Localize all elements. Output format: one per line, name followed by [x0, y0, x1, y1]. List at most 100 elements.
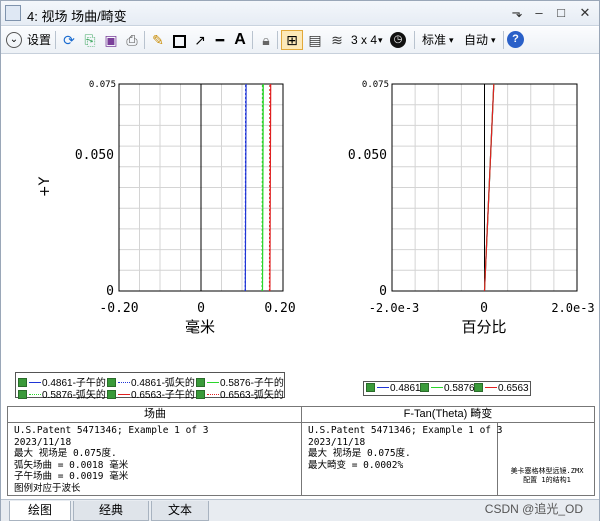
layout-caret-icon[interactable]: ▾ [378, 30, 383, 50]
line-swatch-icon [29, 394, 41, 395]
legend-item[interactable]: 0.4861 [366, 383, 421, 394]
app-icon [5, 5, 21, 21]
right-legend: 0.4861 0.5876 0.6563 [363, 381, 531, 396]
text-icon[interactable]: A [231, 31, 249, 49]
legend-item[interactable]: 0.6563-子午的 [107, 386, 195, 401]
left-xtick-label: 0.20 [264, 301, 295, 316]
arrow-icon[interactable]: ↗ [191, 31, 209, 49]
settings-button[interactable]: 设置 [27, 30, 51, 50]
auto-dropdown[interactable]: 自动 [464, 30, 488, 50]
copy-icon[interactable]: ⎘ [81, 31, 99, 49]
legend-label: 0.5876 [444, 383, 475, 394]
line-swatch-icon [485, 387, 497, 388]
left-ytick-label: 0.050 [75, 148, 114, 163]
series-line [261, 83, 264, 292]
left-yaxis-label: +Y [37, 176, 53, 197]
chevron-down-icon[interactable]: ⌄ [6, 32, 22, 48]
clock-icon[interactable]: ◷ [390, 32, 406, 48]
right-chart: 0.075 0.050 0 -2.0e-3 0 2.0e-3 百分比 [348, 80, 595, 336]
window-title: 4: 视场 场曲/畸变 [27, 9, 127, 24]
distortion-header: F-Tan(Theta) 畸变 [302, 407, 594, 423]
legend-label: 0.6563-弧矢的 [220, 390, 284, 401]
left-xtick-label: 0 [197, 301, 205, 316]
rectangle-icon[interactable] [170, 31, 188, 49]
pin-icon[interactable]: ⬎ [508, 4, 526, 22]
line-swatch-icon [207, 394, 219, 395]
legend-label: 0.6563-子午的 [131, 390, 195, 401]
file-text: 美卡塞格林型远镜.ZMX 配置 1的结构1 [510, 467, 584, 484]
tab-plot[interactable]: 绘图 [9, 501, 71, 521]
line-swatch-icon [118, 382, 130, 383]
checkbox-icon[interactable] [366, 383, 375, 392]
right-xaxis-label: 百分比 [461, 318, 506, 336]
line-swatch-icon [118, 394, 130, 395]
toolbar: ⌄ 设置 ⟳ ⎘ ▣ ⎙ ✎ ↗ ━ A 🔒︎ ⊞ ▤ ≋ 3 x 4 ▾ ◷ … [1, 27, 599, 54]
separator [144, 31, 145, 49]
refresh-icon[interactable]: ⟳ [60, 31, 78, 49]
pencil-icon[interactable]: ✎ [149, 31, 167, 49]
line-icon[interactable]: ━ [211, 31, 229, 49]
stack-icon[interactable]: ≋ [328, 31, 346, 49]
save-icon[interactable]: ▣ [102, 31, 120, 49]
info-panel: 场曲 F-Tan(Theta) 畸变 U.S.Patent 5471346; E… [7, 406, 595, 496]
close-button[interactable]: ✕ [576, 4, 594, 22]
right-ytick-label: 0.050 [348, 148, 387, 163]
field-curvature-text: U.S.Patent 5471346; Example 1 of 3 2023/… [14, 425, 209, 494]
right-xtick-label: 0 [480, 301, 488, 316]
left-xaxis-label: 毫米 [185, 318, 215, 336]
right-xtick-label: 2.0e-3 [551, 301, 594, 315]
tab-text[interactable]: 文本 [151, 501, 209, 521]
left-xtick-label: -0.20 [99, 301, 138, 316]
analysis-window: 4: 视场 场曲/畸变 ⬎ – □ ✕ ⌄ 设置 ⟳ ⎘ ▣ ⎙ ✎ ↗ ━ A… [0, 0, 600, 521]
legend-item[interactable]: 0.6563-弧矢的 [196, 386, 284, 401]
field-curvature-header: 场曲 [8, 407, 302, 423]
divider [301, 407, 302, 495]
minimize-button[interactable]: – [530, 4, 548, 22]
title-bar: 4: 视场 场曲/畸变 ⬎ – □ ✕ [1, 1, 599, 26]
left-chart: 0.075 0.050 0 -0.20 0 0.20 毫米 +Y [37, 80, 296, 336]
auto-caret-icon[interactable]: ▾ [491, 30, 496, 50]
series-line [244, 83, 247, 292]
separator [414, 31, 415, 49]
checkbox-icon[interactable] [107, 390, 116, 399]
separator [277, 31, 278, 49]
right-ytick-label: 0 [379, 284, 387, 299]
distortion-text: U.S.Patent 5471346; Example 1 of 3 2023/… [308, 425, 503, 471]
legend-item[interactable]: 0.6563 [474, 383, 529, 394]
checkbox-icon[interactable] [196, 390, 205, 399]
left-legend: 0.4861-子午的 0.4861-弧矢的 0.5876-子午的 0.5876-… [15, 372, 285, 401]
legend-item[interactable]: 0.5876-弧矢的 [18, 386, 106, 401]
plots-svg: 0.075 0.050 0 -0.20 0 0.20 毫米 +Y 0.075 0… [37, 80, 595, 336]
standard-caret-icon[interactable]: ▾ [449, 30, 454, 50]
layout-dropdown[interactable]: 3 x 4 [351, 30, 377, 50]
line-swatch-icon [431, 387, 443, 388]
checkbox-icon[interactable] [18, 390, 27, 399]
checkbox-icon[interactable] [474, 383, 483, 392]
watermark: CSDN @追光_OD [484, 502, 583, 516]
maximize-button[interactable]: □ [552, 4, 570, 22]
lock-icon[interactable]: 🔒︎ [257, 31, 275, 49]
separator [55, 31, 56, 49]
series-line [269, 83, 272, 292]
right-ytick-label: 0.075 [362, 80, 389, 90]
legend-label: 0.4861 [390, 383, 421, 394]
window-layout-icon[interactable]: ▤ [306, 31, 324, 49]
legend-label: 0.6563 [498, 383, 529, 394]
left-ytick-label: 0 [106, 284, 114, 299]
tab-classic[interactable]: 经典 [73, 501, 149, 521]
line-swatch-icon [29, 382, 41, 383]
legend-item[interactable]: 0.5876 [420, 383, 475, 394]
print-icon[interactable]: ⎙ [123, 31, 141, 49]
grid-layout-icon[interactable]: ⊞ [281, 30, 303, 50]
checkbox-icon[interactable] [420, 383, 429, 392]
right-xtick-label: -2.0e-3 [369, 301, 420, 315]
separator [252, 31, 253, 49]
plot-area: 0.075 0.050 0 -0.20 0 0.20 毫米 +Y 0.075 0… [1, 55, 599, 405]
standard-dropdown[interactable]: 标准 [422, 30, 446, 50]
legend-label: 0.5876-弧矢的 [42, 390, 106, 401]
help-icon[interactable]: ? [507, 31, 524, 48]
line-swatch-icon [207, 382, 219, 383]
separator [503, 31, 504, 49]
line-swatch-icon [377, 387, 389, 388]
left-ytick-label: 0.075 [89, 80, 116, 90]
